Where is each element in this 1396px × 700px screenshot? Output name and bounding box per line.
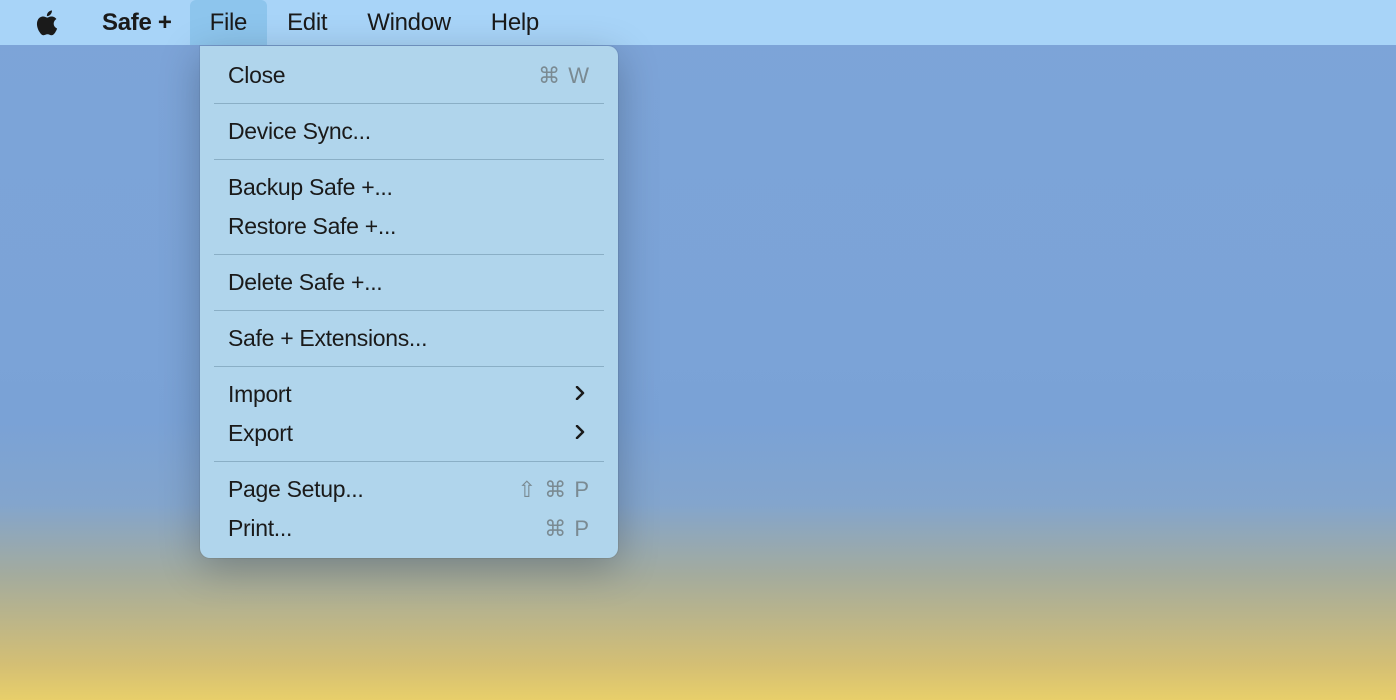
menu-item-label: Page Setup...: [228, 476, 518, 503]
file-dropdown: Close ⌘ W Device Sync... Backup Safe +..…: [200, 46, 618, 558]
menu-item-label: Device Sync...: [228, 118, 590, 145]
menu-item-label: Backup Safe +...: [228, 174, 590, 201]
menu-item-shortcut: ⇧ ⌘ P: [518, 477, 590, 503]
menu-item-device-sync[interactable]: Device Sync...: [200, 112, 618, 151]
menu-item-label: Delete Safe +...: [228, 269, 590, 296]
menu-separator: [214, 366, 604, 367]
menu-item-page-setup[interactable]: Page Setup... ⇧ ⌘ P: [200, 470, 618, 509]
menu-item-label: Safe + Extensions...: [228, 325, 590, 352]
menu-item-label: Print...: [228, 515, 544, 542]
menubar: Safe + File Edit Window Help: [0, 0, 1396, 45]
menu-item-label: Close: [228, 62, 538, 89]
menu-item-print[interactable]: Print... ⌘ P: [200, 509, 618, 548]
menu-separator: [214, 254, 604, 255]
menu-window[interactable]: Window: [347, 0, 471, 45]
menu-separator: [214, 103, 604, 104]
menu-separator: [214, 310, 604, 311]
menu-item-shortcut: ⌘ W: [538, 63, 590, 89]
menu-item-import[interactable]: Import: [200, 375, 618, 414]
menu-item-backup[interactable]: Backup Safe +...: [200, 168, 618, 207]
menu-help[interactable]: Help: [471, 0, 559, 45]
menu-item-label: Export: [228, 420, 574, 447]
menu-item-label: Restore Safe +...: [228, 213, 590, 240]
menu-separator: [214, 159, 604, 160]
app-name[interactable]: Safe +: [102, 9, 172, 37]
menu-item-extensions[interactable]: Safe + Extensions...: [200, 319, 618, 358]
menu-separator: [214, 461, 604, 462]
menu-item-close[interactable]: Close ⌘ W: [200, 56, 618, 95]
menu-item-export[interactable]: Export: [200, 414, 618, 453]
chevron-right-icon: [574, 423, 588, 444]
apple-logo-icon[interactable]: [34, 10, 60, 36]
menu-item-restore[interactable]: Restore Safe +...: [200, 207, 618, 246]
chevron-right-icon: [574, 384, 588, 405]
menu-edit[interactable]: Edit: [267, 0, 347, 45]
menu-item-delete[interactable]: Delete Safe +...: [200, 263, 618, 302]
menu-item-shortcut: ⌘ P: [544, 516, 590, 542]
menu-file[interactable]: File: [190, 0, 267, 45]
menu-item-label: Import: [228, 381, 574, 408]
